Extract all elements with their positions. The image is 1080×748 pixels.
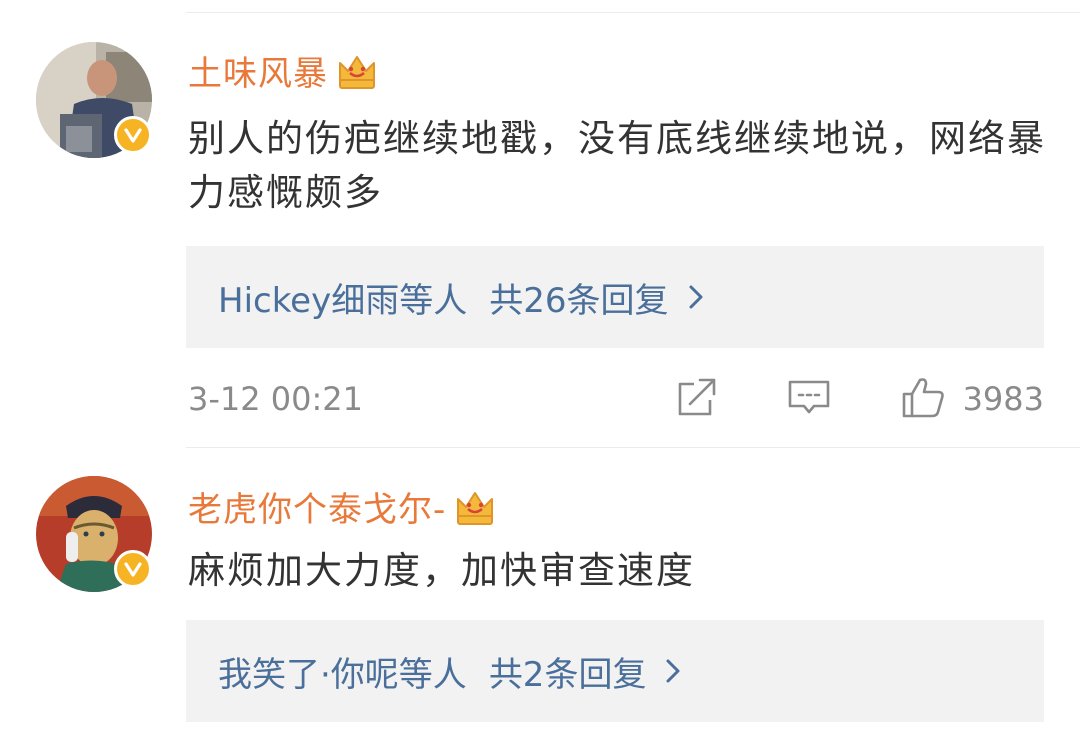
username[interactable]: 老虎你个泰戈尔- bbox=[188, 482, 446, 531]
username[interactable]: 土味风暴 bbox=[188, 46, 328, 95]
username-row: 土味风暴 bbox=[188, 46, 378, 95]
comment-text: 麻烦加大力度，加快审查速度 bbox=[188, 549, 695, 592]
reply-count: 共26条回复 bbox=[489, 280, 669, 321]
avatar[interactable] bbox=[36, 42, 152, 158]
comment-text: 别人的伤疤继续地戳，没有底线继续地说，网络暴力感慨颇多 bbox=[188, 117, 1046, 214]
like-count: 3983 bbox=[962, 380, 1044, 418]
verified-icon bbox=[114, 116, 152, 154]
reply-summary[interactable]: Hickey细雨等人 共26条回复 bbox=[186, 246, 1044, 348]
share-icon[interactable] bbox=[674, 374, 720, 420]
crown-icon bbox=[339, 55, 375, 89]
comment-list: 土味风暴 别人的伤疤继续地戳，没有底线继续地说，网络暴力感慨颇多 Hickey细… bbox=[0, 0, 1080, 748]
reply-summary[interactable]: 我笑了·你呢等人 共2条回复 bbox=[186, 620, 1044, 722]
reply-count: 共2条回复 bbox=[488, 654, 647, 695]
comment-meta: 3-12 00:21 3983 bbox=[188, 374, 1044, 424]
username-row: 老虎你个泰戈尔- bbox=[188, 482, 496, 531]
comment-icon[interactable] bbox=[786, 374, 832, 420]
chevron-right-icon bbox=[689, 285, 702, 309]
avatar[interactable] bbox=[36, 476, 152, 592]
timestamp: 3-12 00:21 bbox=[188, 380, 364, 418]
divider bbox=[186, 12, 1080, 13]
crown-icon bbox=[457, 491, 494, 525]
reply-participants: Hickey细雨等人 bbox=[218, 280, 468, 321]
divider bbox=[186, 447, 1080, 448]
chevron-right-icon bbox=[666, 659, 680, 683]
like-icon[interactable] bbox=[900, 374, 946, 420]
reply-participants: 我笑了·你呢等人 bbox=[218, 654, 467, 695]
verified-icon bbox=[114, 550, 152, 588]
